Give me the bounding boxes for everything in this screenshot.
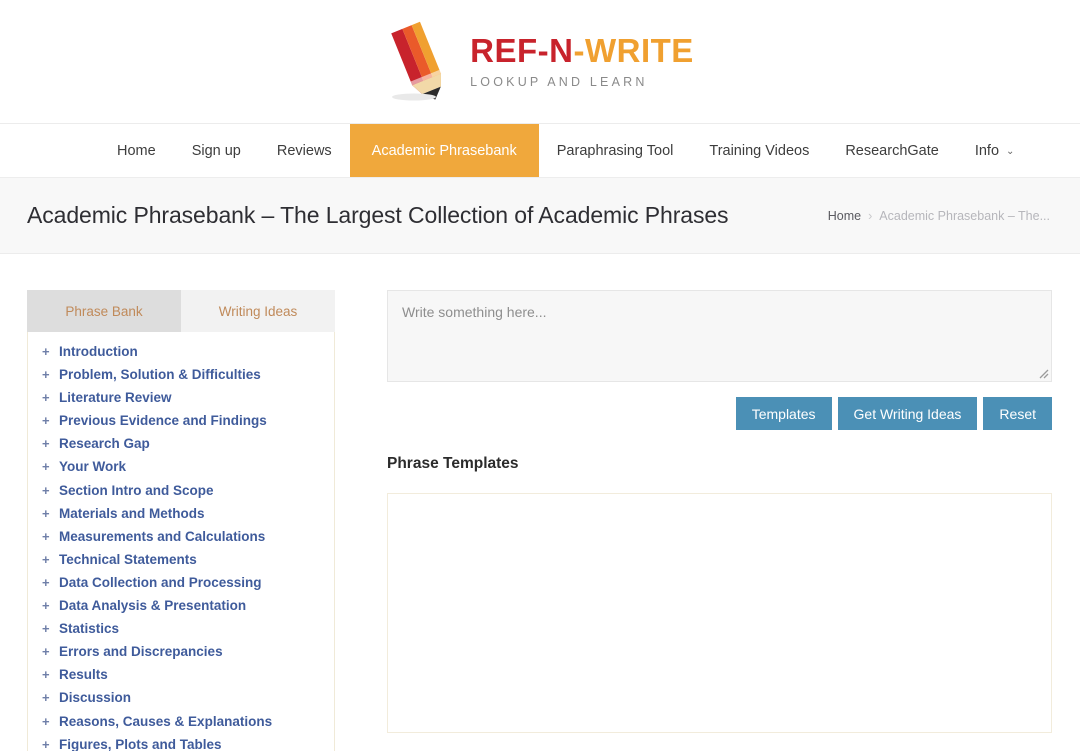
expand-plus-icon: + — [42, 459, 50, 475]
expand-plus-icon: + — [42, 482, 50, 498]
breadcrumb-home[interactable]: Home — [828, 209, 861, 223]
logo-text: REF-N-WRITE LOOKUP AND LEARN — [470, 34, 694, 89]
topic-list: + Introduction + Problem, Solution & Diffic… — [28, 344, 334, 751]
phrasebank-main: Write something here... Templates Get Wr… — [387, 290, 1052, 751]
expand-plus-icon: + — [42, 644, 50, 660]
topic-item-label: Introduction — [59, 344, 138, 359]
site-header: REF-N-WRITE LOOKUP AND LEARN — [0, 0, 1080, 124]
topic-item[interactable]: + Your Work — [28, 459, 334, 482]
topic-item[interactable]: + Research Gap — [28, 436, 334, 459]
logo-dash-2: - — [573, 32, 585, 70]
topic-item[interactable]: + Materials and Methods — [28, 506, 334, 529]
topic-item[interactable]: + Previous Evidence and Findings — [28, 413, 334, 436]
expand-plus-icon: + — [42, 413, 50, 429]
logo-ref: REF — [470, 32, 538, 70]
topic-item[interactable]: + Statistics — [28, 621, 334, 644]
phrase-bank-panel: + Introduction + Problem, Solution & Diffic… — [27, 332, 335, 751]
nav-item-info[interactable]: Info ⌄ — [957, 124, 1033, 177]
topic-item[interactable]: + Problem, Solution & Difficulties — [28, 367, 334, 390]
topic-item[interactable]: + Errors and Discrepancies — [28, 644, 334, 667]
main-navigation: Home Sign up Reviews Academic Phrasebank… — [0, 124, 1080, 178]
text-editor[interactable]: Write something here... — [387, 290, 1052, 382]
page-title: Academic Phrasebank – The Largest Collec… — [27, 202, 729, 228]
nav-item-paraphrasing-tool[interactable]: Paraphrasing Tool — [539, 124, 692, 177]
nav-item-academic-phrasebank[interactable]: Academic Phrasebank — [349, 124, 539, 177]
topic-item-label: Results — [59, 667, 108, 683]
phrase-templates-heading: Phrase Templates — [387, 455, 519, 472]
get-writing-ideas-button[interactable]: Get Writing Ideas — [837, 397, 978, 430]
breadcrumb: Home › Academic Phrasebank – The... — [828, 209, 1050, 223]
topic-item-label: Previous Evidence and Findings — [59, 413, 267, 429]
topic-item[interactable]: + Figures, Plots and Tables — [28, 737, 334, 751]
topic-item-label: Section Intro and Scope — [59, 482, 214, 498]
nav-item-info-label: Info — [974, 142, 1000, 159]
logo-dash-1: - — [537, 32, 550, 70]
expand-plus-icon: + — [42, 574, 50, 590]
topic-item[interactable]: + Measurements and Calculations — [28, 529, 334, 552]
phrase-templates-output[interactable] — [387, 493, 1052, 733]
breadcrumb-current: Academic Phrasebank – The... — [879, 208, 1050, 223]
expand-plus-icon: + — [42, 690, 50, 706]
topic-item[interactable]: + Literature Review — [28, 390, 334, 413]
topic-item[interactable]: + Data Analysis & Presentation — [28, 598, 334, 621]
nav-item-sign-up[interactable]: Sign up — [174, 124, 259, 177]
sidebar-tabs: Phrase Bank Writing Ideas — [27, 290, 335, 332]
topic-item-label: Data Collection and Processing — [59, 574, 262, 590]
topic-item-label: Materials and Methods — [59, 505, 205, 521]
topic-item[interactable]: + Discussion — [28, 690, 334, 713]
expand-plus-icon: + — [42, 436, 50, 452]
topic-item[interactable]: + Introduction — [28, 344, 334, 367]
topic-item-label: Reasons, Causes & Explanations — [59, 713, 273, 729]
breadcrumb-separator-icon: › — [868, 208, 873, 223]
topic-item-label: Statistics — [59, 621, 120, 637]
pencil-logo-icon — [382, 21, 456, 103]
chevron-down-icon: ⌄ — [1006, 146, 1015, 157]
nav-item-home[interactable]: Home — [99, 124, 174, 177]
topic-item-label: Figures, Plots and Tables — [59, 736, 222, 751]
resize-handle-icon[interactable] — [1036, 366, 1049, 379]
topic-item-label: Your Work — [59, 459, 127, 475]
expand-plus-icon: + — [42, 344, 50, 359]
nav-item-reviews[interactable]: Reviews — [259, 124, 350, 177]
expand-plus-icon: + — [42, 736, 50, 751]
logo-tagline: LOOKUP AND LEARN — [470, 75, 648, 90]
nav-item-researchgate[interactable]: ResearchGate — [827, 124, 957, 177]
topic-item[interactable]: + Reasons, Causes & Explanations — [28, 714, 334, 737]
topic-item[interactable]: + Technical Statements — [28, 552, 334, 575]
page-title-band: Academic Phrasebank – The Largest Collec… — [0, 178, 1080, 254]
page-content: Phrase Bank Writing Ideas + Introduction +… — [0, 254, 1080, 751]
topic-item-label: Literature Review — [59, 390, 172, 406]
logo-n: N — [549, 32, 574, 70]
topic-item-label: Problem, Solution & Difficulties — [59, 367, 261, 383]
tab-writing-ideas[interactable]: Writing Ideas — [181, 290, 335, 332]
expand-plus-icon: + — [42, 390, 50, 406]
site-logo[interactable]: REF-N-WRITE LOOKUP AND LEARN — [382, 21, 694, 103]
topic-item-label: Errors and Discrepancies — [59, 644, 223, 660]
reset-button[interactable]: Reset — [983, 397, 1052, 430]
logo-write: WRITE — [585, 32, 694, 70]
editor-button-row: Templates Get Writing Ideas Reset — [387, 397, 1052, 430]
topic-item[interactable]: + Results — [28, 667, 334, 690]
expand-plus-icon: + — [42, 667, 50, 683]
topic-item[interactable]: + Data Collection and Processing — [28, 575, 334, 598]
expand-plus-icon: + — [42, 505, 50, 521]
topic-item-label: Research Gap — [59, 436, 150, 452]
logo-wordmark: REF-N-WRITE — [470, 34, 694, 67]
expand-plus-icon: + — [42, 551, 50, 567]
tab-phrase-bank[interactable]: Phrase Bank — [27, 290, 181, 332]
nav-item-training-videos[interactable]: Training Videos — [691, 124, 827, 177]
topic-item[interactable]: + Section Intro and Scope — [28, 483, 334, 506]
expand-plus-icon: + — [42, 367, 50, 383]
expand-plus-icon: + — [42, 621, 50, 637]
expand-plus-icon: + — [42, 598, 50, 614]
topic-item-label: Technical Statements — [59, 551, 197, 567]
expand-plus-icon: + — [42, 713, 50, 729]
editor-placeholder: Write something here... — [402, 304, 547, 320]
topic-item-label: Discussion — [59, 690, 132, 706]
expand-plus-icon: + — [42, 528, 50, 544]
phrase-sidebar: Phrase Bank Writing Ideas + Introduction +… — [27, 290, 335, 751]
topic-item-label: Data Analysis & Presentation — [59, 598, 247, 614]
templates-button[interactable]: Templates — [735, 397, 832, 430]
topic-item-label: Measurements and Calculations — [59, 528, 266, 544]
